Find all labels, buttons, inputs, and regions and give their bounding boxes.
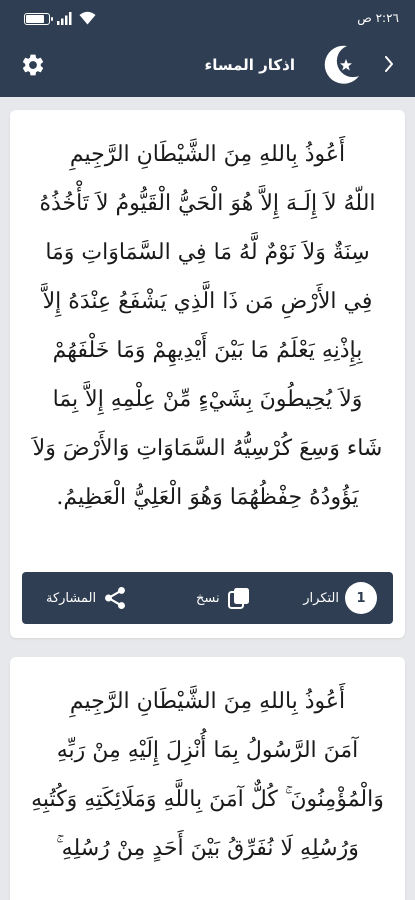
- battery-icon: [24, 13, 53, 25]
- crescent-moon-star-icon: [324, 45, 359, 84]
- zikr-card: أَعُوذُ بِاللهِ مِنَ الشَّيْطَانِ الرَّج…: [10, 657, 405, 900]
- share-icon-svg: [105, 586, 126, 610]
- gear-icon[interactable]: [20, 52, 46, 78]
- action-bar: 1 التكرار نسخ المشاركة: [22, 572, 393, 624]
- zikr-line: فِي الأَرْضِ مَن ذَا الَّذِي يَشْفَعُ عِ…: [42, 289, 373, 314]
- zikr-line: وَالْمُؤْمِنُونَ ۚ كُلٌّ آمَنَ بِاللَّهِ…: [31, 787, 384, 812]
- share-label: المشاركة: [46, 590, 97, 606]
- wifi-icon: [79, 11, 96, 25]
- repeat-count-badge: 1: [345, 582, 377, 614]
- copy-icon-svg: [227, 588, 249, 609]
- copy-button[interactable]: نسخ: [190, 572, 252, 624]
- app-header: ٢:٢٦ ص اذكار المساء: [0, 0, 415, 97]
- zikr-card: أَعُوذُ بِاللهِ مِنَ الشَّيْطَانِ الرَّج…: [10, 110, 405, 638]
- copy-label: نسخ: [196, 590, 220, 606]
- share-button[interactable]: المشاركة: [40, 572, 128, 624]
- status-bar: ٢:٢٦ ص: [0, 0, 415, 36]
- zikr-line: اللّهُ لاَ إِلَـهَ إِلاَّ هُوَ الْحَيُّ …: [39, 191, 376, 216]
- zikr-line: وَرُسُلِهِ لَا نُفَرِّقُ بَيْنَ أَحَدٍ م…: [56, 836, 359, 861]
- zikr-line: شَاء وَسِعَ كُرْسِيُّهُ السَّمَاوَاتِ وَ…: [32, 436, 383, 461]
- share-icon: [102, 585, 128, 611]
- signal-icon: [57, 12, 72, 25]
- repeat-counter-button[interactable]: 1 التكرار: [297, 572, 377, 624]
- zikr-line: سِنَةٌ وَلاَ نَوْمٌ لَّهُ مَا فِي السَّم…: [45, 240, 370, 265]
- zikr-line: يَؤُودُهُ حِفْظُهُمَا وَهُوَ الْعَلِيُّ …: [56, 485, 359, 510]
- zikr-line: بِإِذْنِهِ يَعْلَمُ مَا بَيْنَ أَيْدِيهِ…: [52, 338, 363, 363]
- zikr-line: وَلاَ يُحِيطُونَ بِشَيْءٍ مِّنْ عِلْمِهِ…: [52, 387, 363, 412]
- chevron-right-icon: [385, 56, 393, 72]
- back-button[interactable]: [377, 52, 401, 76]
- zikr-line: آمَنَ الرَّسُولُ بِمَا أُنْزِلَ إِلَيْهِ…: [56, 738, 359, 763]
- page-title: اذكار المساء: [204, 56, 295, 74]
- zikr-line: أَعُوذُ بِاللهِ مِنَ الشَّيْطَانِ الرَّج…: [69, 142, 346, 167]
- status-time: ٢:٢٦ ص: [357, 11, 399, 25]
- zikr-text: أَعُوذُ بِاللهِ مِنَ الشَّيْطَانِ الرَّج…: [10, 657, 405, 873]
- repeat-label: التكرار: [303, 590, 339, 606]
- copy-icon: [226, 585, 252, 611]
- battery-fill: [26, 15, 44, 23]
- zikr-line: أَعُوذُ بِاللهِ مِنَ الشَّيْطَانِ الرَّج…: [69, 689, 346, 714]
- zikr-text: أَعُوذُ بِاللهِ مِنَ الشَّيْطَانِ الرَّج…: [10, 110, 405, 522]
